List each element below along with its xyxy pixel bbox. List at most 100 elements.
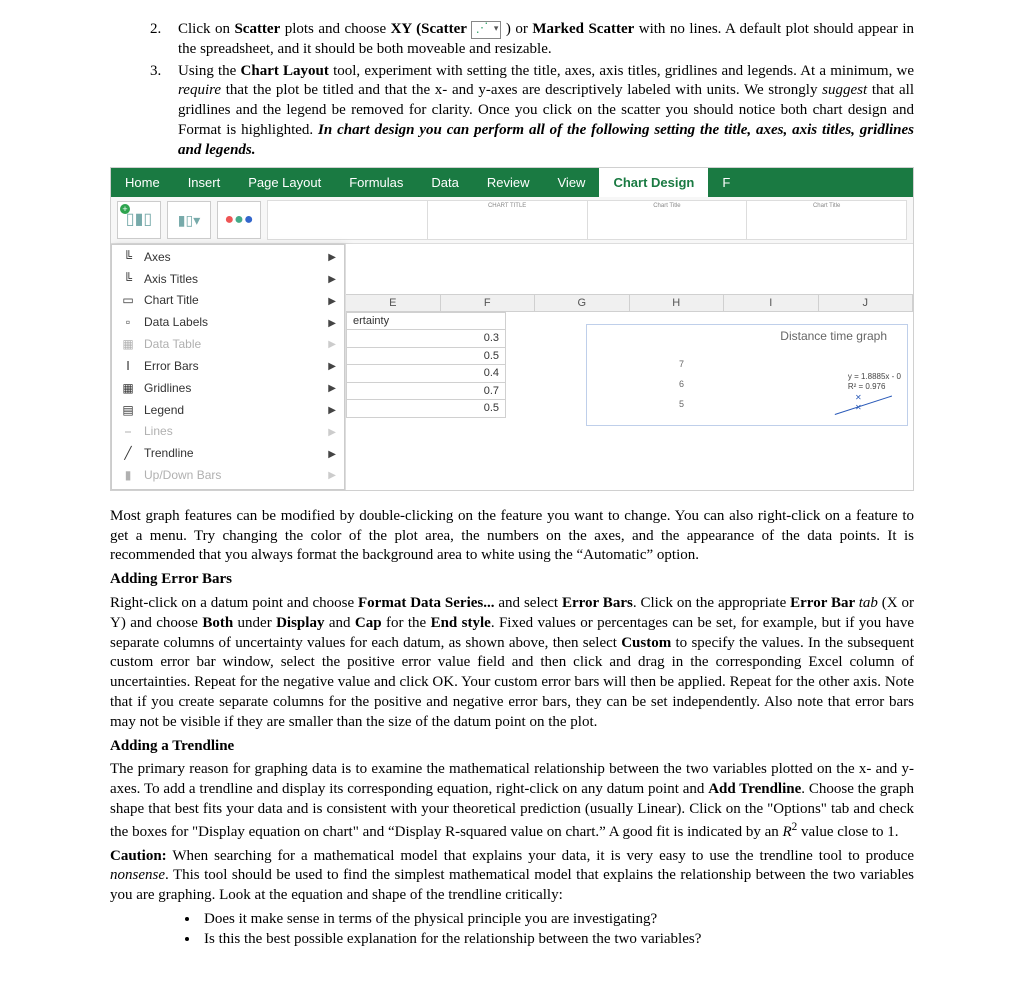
instruction-number: 2. [150,20,178,60]
menu-gridlines[interactable]: ▦Gridlines▶ [112,378,344,400]
chart-title-icon: ▭ [120,293,136,309]
y-tick: 5 [679,399,684,411]
col-header[interactable]: J [819,294,914,312]
chart-style-thumb[interactable]: Chart Title [588,200,748,240]
t: suggest [822,82,867,98]
trendline-graphic [835,397,895,417]
cell[interactable]: 0.4 [346,365,506,383]
menu-lines: ⎯Lines▶ [112,421,344,443]
col-header[interactable]: E [346,294,441,312]
menu-trendline[interactable]: ╱ Trendline ▶ [112,443,344,465]
t: XY (Scatter [391,21,467,37]
chevron-right-icon: ▶ [328,404,336,417]
tab-chart-design[interactable]: Chart Design [599,168,708,197]
menu-chart-title[interactable]: ▭ Chart Title ▶ [112,290,344,312]
tab-view[interactable]: View [544,168,600,197]
tab-review[interactable]: Review [473,168,544,197]
menu-label: Data Labels [144,315,208,331]
cell[interactable]: ertainty [346,312,506,331]
chevron-right-icon: ▶ [328,295,336,308]
t: value close to 1. [797,824,898,840]
excel-ribbon-screenshot: Home Insert Page Layout Formulas Data Re… [110,167,914,491]
updown-bars-icon: ▮ [120,468,136,484]
instruction-body: Click on Scatter plots and choose XY (Sc… [178,20,914,60]
bullet: Is this the best possible explanation fo… [200,930,914,950]
thumb-label: CHART TITLE [428,203,587,211]
chart-style-thumb[interactable]: CHART TITLE [428,200,588,240]
t: Error Bar [790,595,859,611]
chart-style-thumb[interactable] [267,200,428,240]
chart-style-thumb[interactable]: Chart Title [747,200,907,240]
cell[interactable]: 0.5 [346,400,506,418]
plus-icon: + [120,204,130,214]
instruction-2: 2. Click on Scatter plots and choose XY … [150,20,914,60]
chevron-right-icon: ▶ [328,469,336,482]
add-chart-element-button[interactable]: + ▯▮▯ [117,201,161,239]
menu-error-bars[interactable]: ⅠError Bars▶ [112,356,344,378]
chart-icon: ▮▯▾ [178,211,200,229]
cell[interactable]: 0.3 [346,330,506,348]
heading-error-bars: Adding Error Bars [110,570,914,590]
t: Display [276,615,324,631]
t: Cap [355,615,382,631]
instruction-3: 3. Using the Chart Layout tool, experime… [150,62,914,161]
chevron-right-icon: ▶ [328,360,336,373]
col-header[interactable]: F [441,294,536,312]
tab-data[interactable]: Data [417,168,472,197]
menu-axes[interactable]: ╚Axes▶ [112,247,344,269]
cell[interactable]: 0.7 [346,383,506,401]
t: When searching for a mathematical model … [167,848,914,864]
change-colors-button[interactable]: ●●● [217,201,261,239]
palette-icon: ●●● [224,209,253,230]
t: and [324,615,354,631]
menu-data-labels[interactable]: ▫Data Labels▶ [112,312,344,334]
y-tick: 7 [679,359,684,371]
chevron-right-icon: ▶ [328,273,336,286]
t: nonsense [110,867,165,883]
col-header[interactable]: I [724,294,819,312]
chevron-right-icon: ▶ [328,448,336,461]
tab-formulas[interactable]: Formulas [335,168,417,197]
quick-layout-button[interactable]: ▮▯▾ [167,201,211,239]
paragraph: Caution: When searching for a mathematic… [110,847,914,906]
tab-home[interactable]: Home [111,168,174,197]
menu-up-down-bars: ▮Up/Down Bars▶ [112,465,344,487]
thumb-label: Chart Title [747,203,906,211]
t: require [178,82,221,98]
menu-legend[interactable]: ▤Legend▶ [112,400,344,422]
trendline-icon: ╱ [120,446,136,462]
chart-title: Distance time graph [587,325,907,345]
paragraph: Right-click on a datum point and choose … [110,594,914,733]
chevron-right-icon: ▶ [328,382,336,395]
tab-format-partial[interactable]: F [708,168,744,197]
ribbon-toolbar: + ▯▮▯ ▮▯▾ ●●● CHART TITLE Chart Title Ch… [111,197,913,244]
menu-label: Trendline [144,446,194,462]
embedded-chart[interactable]: Distance time graph 7 6 5 y = 1.8885x - … [586,324,908,426]
cell[interactable]: 0.5 [346,348,506,366]
t: Format Data Series... [358,595,495,611]
chevron-right-icon: ▶ [328,338,336,351]
col-header[interactable]: G [535,294,630,312]
t: ) or [501,21,532,37]
menu-label: Error Bars [144,359,199,375]
menu-axis-titles[interactable]: ╚Axis Titles▶ [112,269,344,291]
t: tool, experiment with setting the title,… [329,63,914,79]
chart-style-gallery[interactable]: CHART TITLE Chart Title Chart Title [267,200,907,240]
menu-label: Axis Titles [144,272,198,288]
tab-page-layout[interactable]: Page Layout [234,168,335,197]
y-tick: 6 [679,379,684,391]
ribbon-tabs: Home Insert Page Layout Formulas Data Re… [111,168,913,197]
col-header[interactable]: H [630,294,725,312]
t: Error Bars [562,595,633,611]
t: and select [495,595,562,611]
chevron-right-icon: ▶ [328,251,336,264]
tab-insert[interactable]: Insert [174,168,235,197]
t: R [783,824,792,840]
data-labels-icon: ▫ [120,315,136,331]
menu-label: Chart Title [144,293,199,309]
chevron-right-icon: ▶ [328,426,336,439]
t: under [233,615,276,631]
heading-trendline: Adding a Trendline [110,737,914,757]
menu-label: Lines [144,424,173,440]
menu-label: Gridlines [144,381,191,397]
